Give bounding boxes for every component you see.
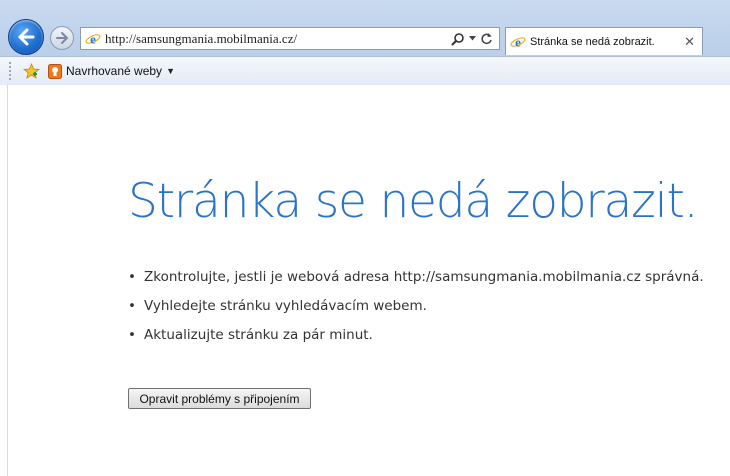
search-icon	[451, 32, 464, 45]
search-button[interactable]	[451, 32, 465, 46]
troubleshooting-list: • Zkontrolujte, jestli je webová adresa …	[128, 269, 704, 356]
page-title: Stránka se nedá zobrazit.	[128, 174, 699, 229]
favorites-star-icon	[23, 62, 40, 79]
tab-close-button[interactable]: ✕	[684, 34, 695, 50]
window-left-edge	[0, 85, 8, 476]
address-url[interactable]: http://samsungmania.mobilmania.cz/	[105, 31, 451, 47]
favorites-bar: Navrhované weby ▼	[0, 56, 730, 85]
suggested-sites-label: Navrhované weby	[66, 64, 163, 78]
chevron-down-icon: ▼	[166, 66, 175, 76]
refresh-button[interactable]	[480, 32, 493, 45]
forward-arrow-icon	[56, 32, 68, 44]
back-arrow-icon	[18, 28, 35, 46]
svg-text:e: e	[90, 31, 96, 46]
suggested-sites-button[interactable]: Navrhované weby ▼	[48, 63, 175, 79]
page-content: Stránka se nedá zobrazit. • Zkontrolujte…	[8, 86, 730, 476]
chevron-down-icon	[469, 36, 476, 41]
search-dropdown-caret[interactable]	[469, 36, 476, 41]
ie-logo-icon: e	[510, 34, 526, 49]
bullet: •	[128, 269, 136, 285]
suggested-sites-icon	[48, 63, 62, 79]
fix-connection-button[interactable]: Opravit problémy s připojením	[128, 388, 311, 409]
address-tools	[451, 32, 493, 46]
toolbar-grip[interactable]	[9, 62, 13, 80]
bullet: •	[128, 327, 136, 343]
back-button[interactable]	[8, 19, 44, 55]
ie-logo-icon: e	[85, 31, 101, 46]
browser-chrome: e http://samsungmania.mobilmania.cz/ e S…	[0, 0, 730, 85]
favorites-button[interactable]	[23, 62, 40, 80]
forward-button[interactable]	[50, 26, 74, 50]
list-item: • Vyhledejte stránku vyhledávacím webem.	[128, 298, 704, 327]
address-bar[interactable]: e http://samsungmania.mobilmania.cz/	[80, 27, 500, 50]
tab-active[interactable]: e Stránka se nedá zobrazit. ✕	[505, 27, 703, 55]
tab-title: Stránka se nedá zobrazit.	[530, 35, 655, 48]
bullet: •	[128, 298, 136, 314]
navigation-row: e http://samsungmania.mobilmania.cz/ e S…	[0, 0, 730, 56]
refresh-icon	[481, 33, 492, 45]
list-item: • Aktualizujte stránku za pár minut.	[128, 327, 704, 356]
svg-text:e: e	[515, 34, 521, 49]
tip-refresh-later: Aktualizujte stránku za pár minut.	[144, 327, 373, 343]
tip-check-address: Zkontrolujte, jestli je webová adresa ht…	[144, 269, 704, 285]
tip-search-web: Vyhledejte stránku vyhledávacím webem.	[144, 298, 427, 314]
list-item: • Zkontrolujte, jestli je webová adresa …	[128, 269, 704, 298]
